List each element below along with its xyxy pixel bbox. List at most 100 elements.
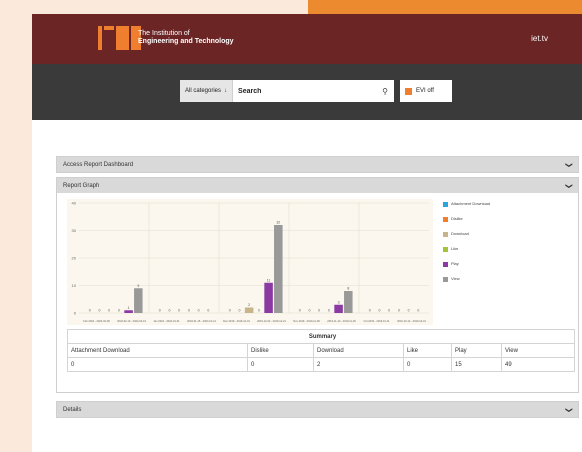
legend-label: Play (451, 261, 459, 266)
bar-value-label: 11 (267, 278, 271, 282)
x-tick-label: Oct 2019 - 2019-10-11 (364, 319, 390, 323)
y-tick-label: 40 (72, 201, 77, 206)
summary-value-cell: 15 (451, 357, 502, 372)
search-group: All categories ↓ ⚲ (180, 80, 394, 102)
summary-value-cell: 0 (67, 357, 248, 372)
legend-item[interactable]: View (443, 276, 505, 291)
bar-value-label: 0 (238, 309, 240, 313)
bar-value-label: 8 (347, 287, 349, 291)
bar-value-label: 0 (198, 309, 200, 313)
summary-header-cell: Play (451, 343, 502, 358)
bar-value-label: 9 (137, 284, 139, 288)
legend-item[interactable]: Like (443, 246, 505, 261)
summary-header-row: Attachment Download Dislike Download Lik… (67, 343, 575, 358)
bar-value-label: 0 (98, 309, 100, 313)
legend-label: Attachment Download (451, 201, 491, 206)
legend-item[interactable]: Download (443, 231, 505, 246)
x-tick-label: 2024-02-10 - 2024-02-16 (117, 319, 146, 323)
access-report-panel: Access Report Dashboard ❯ (56, 156, 579, 173)
bar-value-label: 1 (128, 306, 130, 310)
legend-item[interactable]: Dislike (443, 216, 505, 231)
category-select[interactable]: All categories ↓ (180, 80, 234, 102)
summary-value-cell: 2 (313, 357, 404, 372)
site-header: The Institution of Engineering and Techn… (32, 14, 582, 64)
evi-toggle-label: EVI off (416, 88, 434, 94)
legend-swatch (443, 217, 448, 222)
legend-label: Dislike (451, 216, 463, 221)
evi-indicator-icon (405, 87, 412, 95)
chevron-down-icon[interactable]: ❯ (565, 407, 573, 413)
bar-value-label: 2 (248, 303, 250, 307)
arrow-down-icon: ↓ (224, 88, 228, 94)
logo-line-1: The Institution of (138, 30, 190, 37)
summary-value-cell: 0 (403, 357, 452, 372)
bar-value-label: 3 (338, 300, 340, 304)
details-title: Details (63, 406, 82, 413)
bar-value-label: 0 (318, 309, 320, 313)
legend-item[interactable]: Play (443, 261, 505, 276)
search-input[interactable] (233, 81, 376, 101)
chart-bar (274, 225, 283, 313)
bar-chart: 0 10 20 30 40 0 0 0 0 1 9 0 0 0 0 0 0 0 0 2 0 11 32 0 0 0 0 3 8 0 0 0 0 0… (67, 199, 433, 325)
bar-value-label: 0 (378, 309, 380, 313)
chevron-down-icon[interactable]: ❯ (565, 162, 573, 168)
chart-bar (264, 282, 273, 313)
bar-value-label: 0 (258, 309, 260, 313)
evi-toggle-button[interactable]: EVI off (400, 80, 452, 102)
bar-value-label: 0 (168, 309, 170, 313)
logo-wordmark[interactable]: The Institution of Engineering and Techn… (138, 30, 234, 46)
report-graph-title: Report Graph (63, 182, 100, 189)
summary-header-cell: View (501, 343, 575, 358)
page: The Institution of Engineering and Techn… (0, 0, 582, 452)
iet-tv-link[interactable]: iet.tv (531, 34, 548, 43)
summary-table: Summary Attachment Download Dislike Down… (67, 329, 575, 372)
details-header[interactable]: Details ❯ (57, 402, 578, 417)
legend-swatch (443, 247, 448, 252)
bar-value-label: 0 (408, 309, 410, 313)
bar-value-label: 0 (398, 309, 400, 313)
x-tick-label: Jan 2024 - 2024-01-31 (153, 319, 180, 323)
x-tick-label: Dec 2019 - 2019-12-01 (223, 319, 250, 323)
legend-swatch (443, 202, 448, 207)
summary-title-row: Summary (67, 329, 575, 344)
category-select-label: All categories (185, 88, 222, 94)
bar-value-label: 0 (159, 309, 161, 313)
summary-header-cell: Dislike (247, 343, 314, 358)
summary-header-cell: Like (403, 343, 452, 358)
legend-item[interactable]: Attachment Download (443, 201, 505, 216)
summary-value-cell: 0 (247, 357, 314, 372)
bar-value-label: 0 (118, 309, 120, 313)
bar-value-label: 0 (388, 309, 390, 313)
chevron-down-icon[interactable]: ❯ (565, 183, 573, 189)
access-report-header[interactable]: Access Report Dashboard ❯ (57, 157, 578, 172)
bar-value-label: 0 (188, 309, 190, 313)
summary-title: Summary (67, 329, 575, 344)
report-graph-header[interactable]: Report Graph ❯ (57, 178, 578, 193)
legend-label: View (451, 276, 460, 281)
legend-swatch (443, 262, 448, 267)
bar-value-label: 0 (328, 309, 330, 313)
chart-bar (244, 307, 254, 313)
summary-header-cell: Attachment Download (67, 343, 248, 358)
x-tick-label: 2019-11-10 - 2019-11-30 (327, 319, 356, 323)
iet-logo-icon[interactable] (98, 26, 141, 50)
chart-bar (134, 288, 143, 313)
bar-value-label: 0 (417, 309, 419, 313)
x-tick-label: Nov 2019 - 2019-11-09 (293, 319, 320, 323)
x-tick-label: 2019-10-12 - 2019-10-31 (397, 319, 426, 323)
search-icon[interactable]: ⚲ (376, 80, 394, 102)
y-tick-label: 10 (72, 283, 77, 288)
legend-label: Download (451, 231, 469, 236)
bar-value-label: 0 (108, 309, 110, 313)
accent-strip (308, 0, 582, 14)
x-tick-label: 2019-12-02 - 2019-12-21 (257, 319, 286, 323)
x-tick-label: Feb 2024 - 2024-02-09 (83, 319, 110, 323)
summary-header-cell: Download (313, 343, 404, 358)
bar-value-label: 0 (299, 309, 301, 313)
bar-value-label: 32 (276, 221, 280, 225)
y-tick-label: 30 (72, 228, 77, 233)
legend-swatch (443, 277, 448, 282)
search-bar: All categories ↓ ⚲ EVI off (32, 64, 582, 120)
report-graph-body: 0 10 20 30 40 0 0 0 0 1 9 0 0 0 0 0 0 0 0 2 0 11 32 0 0 0 0 3 8 0 0 0 0 0… (56, 193, 579, 393)
legend-label: Like (451, 246, 459, 251)
